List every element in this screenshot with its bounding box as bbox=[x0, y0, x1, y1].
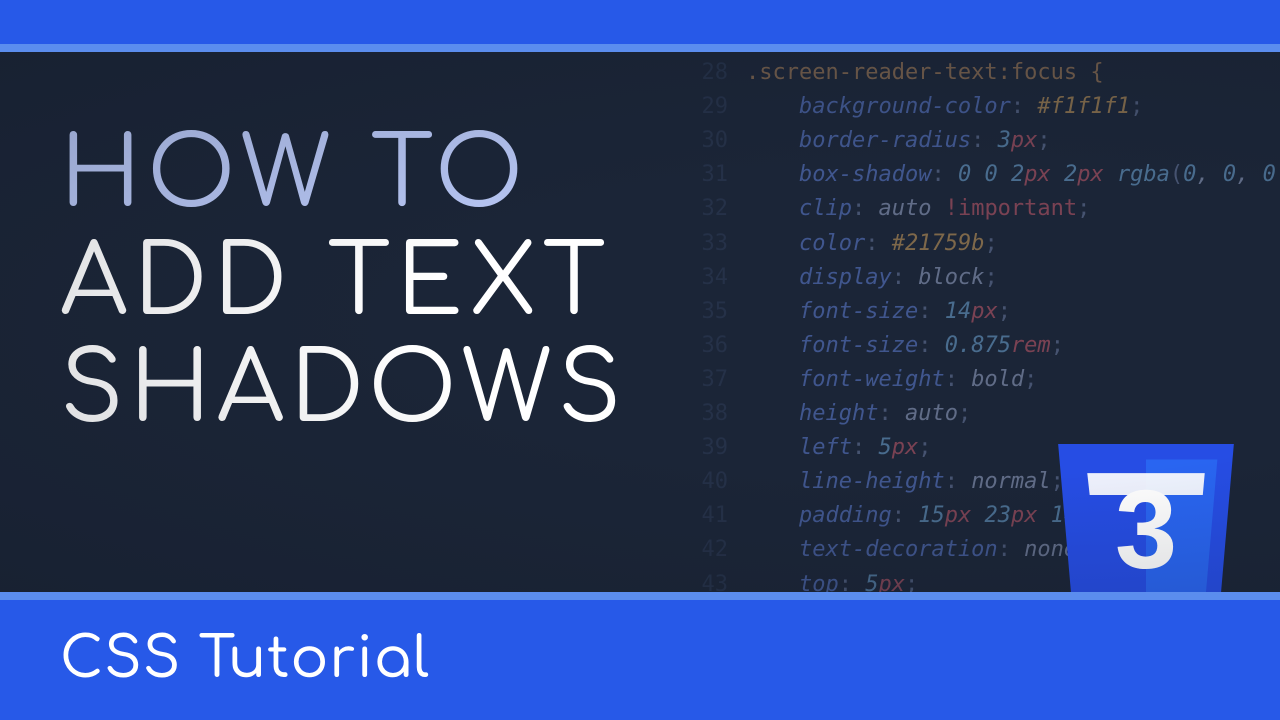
headline: HOW TO ADD TEXT SHADOWS bbox=[60, 122, 627, 445]
css3-shield-icon: 3 bbox=[1056, 444, 1236, 600]
headline-line-3: SHADOWS bbox=[60, 337, 627, 445]
top-bar bbox=[0, 0, 1280, 44]
center-panel: HOW TO ADD TEXT SHADOWS 27.screen-reader… bbox=[0, 44, 1280, 600]
thumbnail-stage: HOW TO ADD TEXT SHADOWS 27.screen-reader… bbox=[0, 0, 1280, 720]
footer-bar: CSS Tutorial bbox=[0, 600, 1280, 720]
footer-label: CSS Tutorial bbox=[60, 629, 430, 691]
headline-line-1: HOW TO bbox=[60, 122, 627, 230]
headline-line-2: ADD TEXT bbox=[60, 230, 627, 338]
